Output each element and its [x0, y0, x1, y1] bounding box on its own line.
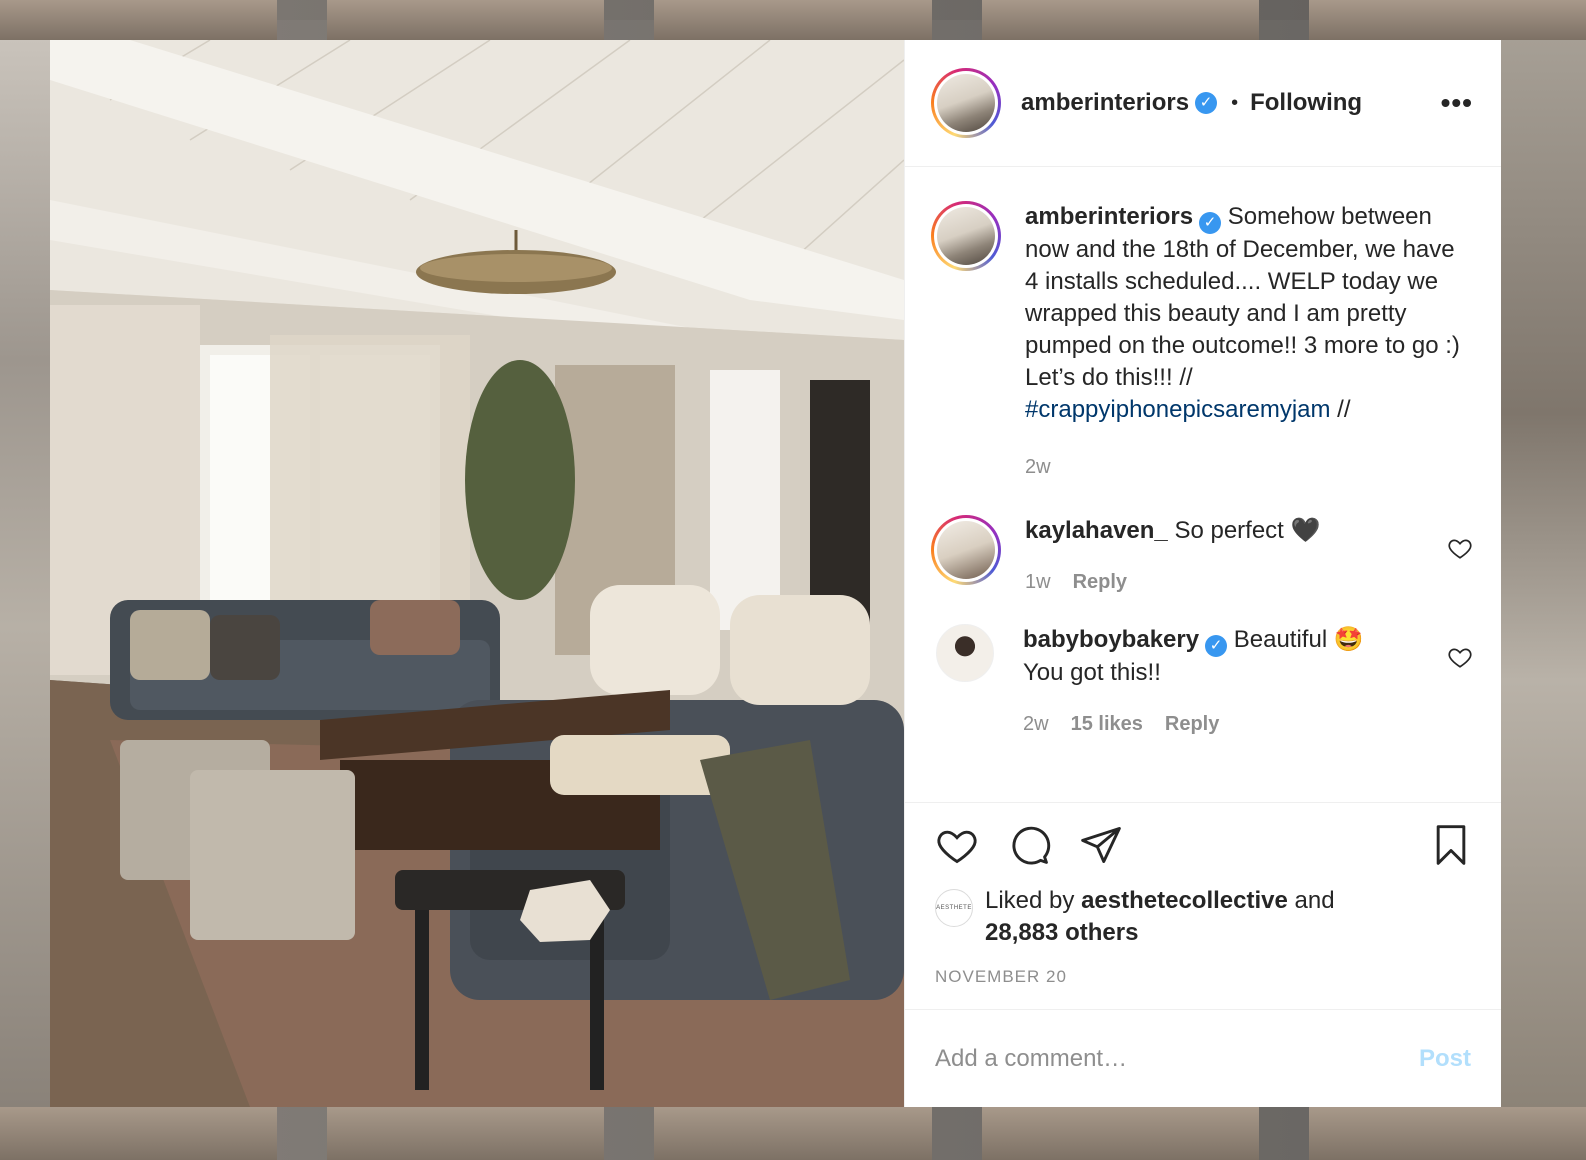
likes-count[interactable]: 28,883 others [985, 919, 1138, 946]
caption-username[interactable]: amberinteriors [1025, 203, 1193, 230]
post-side-panel: amberinteriors ✓ • Following ••• amberin… [904, 40, 1501, 1107]
caption-time[interactable]: 2w [1025, 456, 1051, 479]
verified-badge-icon: ✓ [1195, 92, 1218, 114]
reply-button[interactable]: Reply [1165, 713, 1219, 736]
post-date[interactable]: NOVEMBER 20 [935, 967, 1473, 987]
save-bookmark-icon[interactable] [1429, 823, 1473, 867]
author-avatar[interactable] [931, 68, 1001, 138]
reply-button[interactable]: Reply [1073, 571, 1127, 594]
comment-username[interactable]: kaylahaven_ [1025, 517, 1168, 544]
liked-by-user[interactable]: aesthetecollective [1081, 887, 1288, 914]
like-comment-heart-icon[interactable] [1447, 644, 1473, 670]
comment-time[interactable]: 2w [1023, 713, 1049, 736]
caption: amberinteriors ✓ Somehow between now and … [931, 201, 1473, 479]
separator-dot: • [1231, 91, 1239, 114]
comment-username[interactable]: babyboybakery [1023, 626, 1199, 653]
more-options-icon[interactable]: ••• [1441, 89, 1473, 117]
caption-text: Somehow between now and the 18th of Dece… [1025, 203, 1460, 391]
liked-by: AESTHETE Liked by aesthetecollective and… [935, 885, 1473, 949]
caption-hashtag[interactable]: #crappyiphonepicsaremyjam [1025, 396, 1330, 423]
comment-text: Beautiful 🤩 [1233, 626, 1364, 653]
comment-avatar[interactable] [931, 515, 1001, 585]
post-photo [50, 40, 904, 1107]
post-header: amberinteriors ✓ • Following ••• [905, 40, 1501, 167]
comment-likes[interactable]: 15 likes [1071, 713, 1143, 736]
comment-item: kaylahaven_ So perfect 🖤 1w Reply [931, 515, 1473, 594]
post-actions: AESTHETE Liked by aesthetecollective and… [905, 802, 1501, 987]
comments-list[interactable]: amberinteriors ✓ Somehow between now and … [905, 167, 1501, 802]
author-username[interactable]: amberinteriors [1021, 89, 1189, 117]
comment-avatar[interactable] [936, 624, 994, 682]
verified-badge-icon: ✓ [1199, 212, 1222, 234]
add-comment-input[interactable] [935, 1044, 1419, 1073]
post-comment-button[interactable]: Post [1419, 1045, 1471, 1073]
background-thumbnail-right [1500, 40, 1586, 1107]
comment-text-line2: You got this!! [1023, 659, 1161, 686]
share-paper-plane-icon[interactable] [1079, 823, 1123, 867]
comment-bubble-icon[interactable] [1007, 823, 1051, 867]
following-button[interactable]: Following [1250, 89, 1362, 117]
liked-by-and: and [1287, 887, 1335, 914]
liked-by-avatar[interactable]: AESTHETE [935, 889, 973, 927]
background-thumbnail-left [0, 40, 50, 1107]
like-heart-icon[interactable] [935, 823, 979, 867]
comment-text: So perfect 🖤 [1174, 517, 1321, 544]
like-comment-heart-icon[interactable] [1447, 535, 1473, 561]
caption-suffix: // [1330, 396, 1351, 423]
background-thumbnails-bottom [0, 1107, 1586, 1160]
caption-avatar[interactable] [931, 201, 1001, 271]
liked-by-prefix: Liked by [985, 887, 1082, 914]
verified-badge-icon: ✓ [1205, 635, 1228, 657]
comment-time[interactable]: 1w [1025, 571, 1051, 594]
comment-item: babyboybakery ✓ Beautiful 🤩 You got this!… [931, 624, 1473, 736]
post-modal: amberinteriors ✓ • Following ••• amberin… [50, 40, 1501, 1107]
background-thumbnails-top [0, 0, 1586, 40]
add-comment-bar: Post [905, 1009, 1501, 1107]
